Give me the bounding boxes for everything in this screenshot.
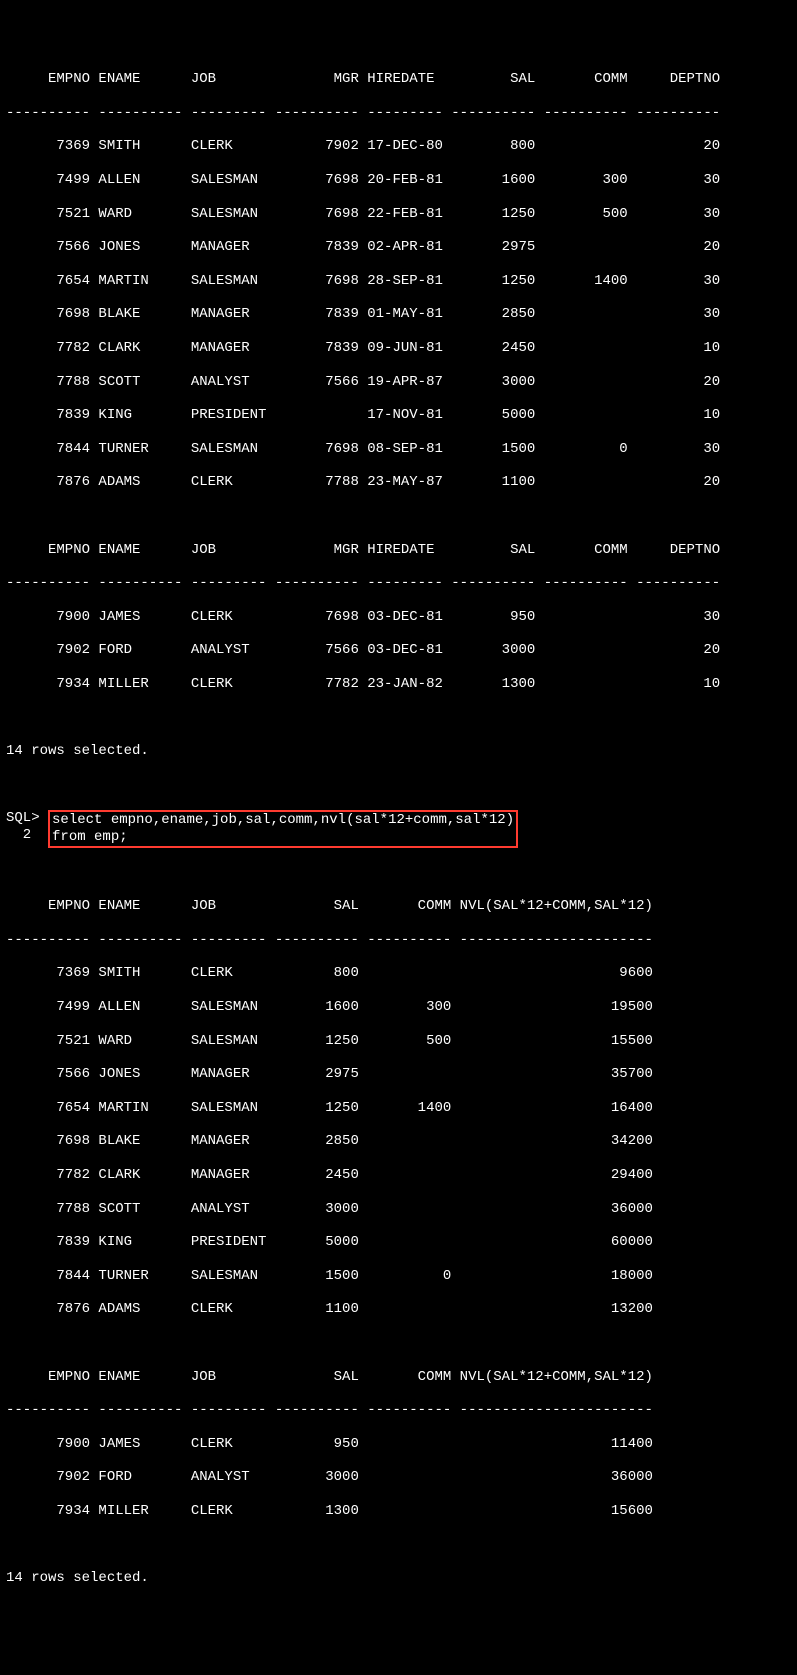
blank-line (6, 865, 791, 882)
table-row: 7900 JAMES CLERK 950 11400 (6, 1436, 791, 1453)
table-row: 7369 SMITH CLERK 800 9600 (6, 965, 791, 982)
table-row: 7499 ALLEN SALESMAN 1600 300 19500 (6, 999, 791, 1016)
table2-separator: ---------- ---------- --------- --------… (6, 932, 791, 949)
table-row: 7566 JONES MANAGER 7839 02-APR-81 2975 2… (6, 239, 791, 256)
table1b-header: EMPNO ENAME JOB MGR HIREDATE SAL COMM DE… (6, 542, 791, 559)
table-row: 7839 KING PRESIDENT 17-NOV-81 5000 10 (6, 407, 791, 424)
table-row: 7844 TURNER SALESMAN 1500 0 18000 (6, 1268, 791, 1285)
blank-line (6, 709, 791, 726)
blank-line (6, 508, 791, 525)
sql-prompt-block: SQL> 2 select empno,ename,job,sal,comm,n… (6, 810, 791, 848)
table-row: 7521 WARD SALESMAN 1250 500 15500 (6, 1033, 791, 1050)
table-row: 7521 WARD SALESMAN 7698 22-FEB-81 1250 5… (6, 206, 791, 223)
table-row: 7782 CLARK MANAGER 7839 09-JUN-81 2450 1… (6, 340, 791, 357)
blank-line (6, 1335, 791, 1352)
table-row: 7902 FORD ANALYST 3000 36000 (6, 1469, 791, 1486)
table-row: 7782 CLARK MANAGER 2450 29400 (6, 1167, 791, 1184)
table-row: 7654 MARTIN SALESMAN 1250 1400 16400 (6, 1100, 791, 1117)
rows-selected-message: 14 rows selected. (6, 743, 791, 760)
table-row: 7900 JAMES CLERK 7698 03-DEC-81 950 30 (6, 609, 791, 626)
table-row: 7654 MARTIN SALESMAN 7698 28-SEP-81 1250… (6, 273, 791, 290)
table-row: 7934 MILLER CLERK 1300 15600 (6, 1503, 791, 1520)
table-row: 7902 FORD ANALYST 7566 03-DEC-81 3000 20 (6, 642, 791, 659)
table-row: 7876 ADAMS CLERK 1100 13200 (6, 1301, 791, 1318)
table-row: 7788 SCOTT ANALYST 3000 36000 (6, 1201, 791, 1218)
table-row: 7839 KING PRESIDENT 5000 60000 (6, 1234, 791, 1251)
sql-query-highlight[interactable]: select empno,ename,job,sal,comm,nvl(sal*… (48, 810, 518, 848)
table2b-separator: ---------- ---------- --------- --------… (6, 1402, 791, 1419)
table1-header: EMPNO ENAME JOB MGR HIREDATE SAL COMM DE… (6, 71, 791, 88)
sql-query-line: select empno,ename,job,sal,comm,nvl(sal*… (52, 812, 514, 828)
sql-prompt-label: SQL> 2 (6, 810, 48, 844)
table-row: 7369 SMITH CLERK 7902 17-DEC-80 800 20 (6, 138, 791, 155)
blank-line (6, 777, 791, 794)
sql-query-line: from emp; (52, 829, 128, 845)
table-row: 7876 ADAMS CLERK 7788 23-MAY-87 1100 20 (6, 474, 791, 491)
table2-header: EMPNO ENAME JOB SAL COMM NVL(SAL*12+COMM… (6, 898, 791, 915)
table2b-header: EMPNO ENAME JOB SAL COMM NVL(SAL*12+COMM… (6, 1369, 791, 1386)
blank-line (6, 1537, 791, 1554)
table-row: 7698 BLAKE MANAGER 7839 01-MAY-81 2850 3… (6, 306, 791, 323)
rows-selected-message: 14 rows selected. (6, 1570, 791, 1587)
table-row: 7698 BLAKE MANAGER 2850 34200 (6, 1133, 791, 1150)
table-row: 7788 SCOTT ANALYST 7566 19-APR-87 3000 2… (6, 374, 791, 391)
table-row: 7934 MILLER CLERK 7782 23-JAN-82 1300 10 (6, 676, 791, 693)
table-row: 7499 ALLEN SALESMAN 7698 20-FEB-81 1600 … (6, 172, 791, 189)
table1b-separator: ---------- ---------- --------- --------… (6, 575, 791, 592)
table-row: 7844 TURNER SALESMAN 7698 08-SEP-81 1500… (6, 441, 791, 458)
table1-separator: ---------- ---------- --------- --------… (6, 105, 791, 122)
table-row: 7566 JONES MANAGER 2975 35700 (6, 1066, 791, 1083)
